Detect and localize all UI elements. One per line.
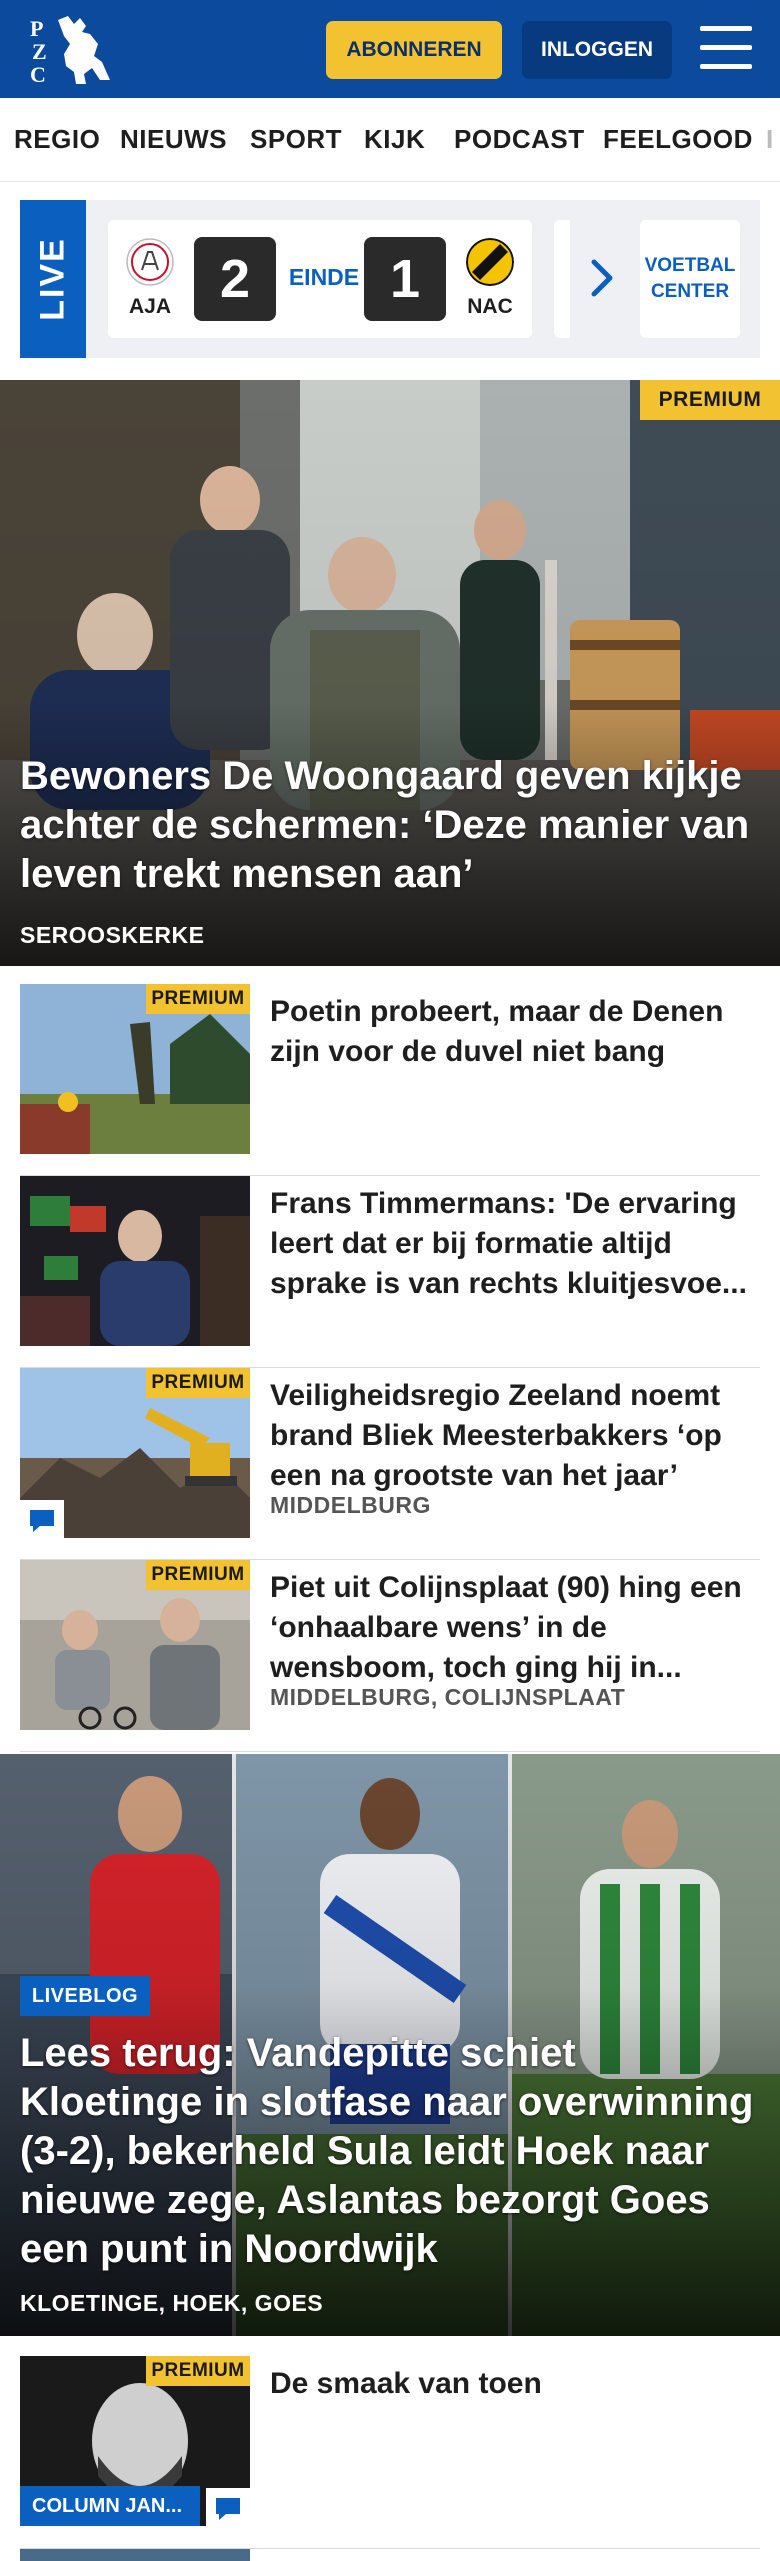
article-title[interactable]: Veiligheidsregio Zeeland noemt brand Bli…: [270, 1376, 758, 1496]
liveblog-title[interactable]: Lees terug: Vandepitte schiet Kloetinge …: [20, 2029, 760, 2274]
hero-article[interactable]: PREMIUM Bewoners De Woongaard geven kijk…: [0, 380, 780, 966]
article-title[interactable]: Frans Timmermans: 'De ervaring leert dat…: [270, 1184, 758, 1304]
subscribe-button[interactable]: ABONNEREN: [326, 21, 502, 79]
premium-badge: PREMIUM: [146, 1368, 250, 1398]
comment-icon: [30, 1510, 54, 1532]
column-tag: COLUMN JAN...: [20, 2486, 200, 2526]
article-image: [20, 1176, 250, 1346]
premium-badge: PREMIUM: [146, 2356, 250, 2386]
live-label-text: LIVE: [33, 237, 72, 321]
article-row[interactable]: PREMIUM Piet uit Colijnsplaat (90) hing …: [20, 1560, 760, 1752]
comment-tag: [206, 2488, 250, 2526]
article-row[interactable]: PREMIUM COLUMN JAN... De smaak van toen: [20, 2356, 760, 2560]
away-team-name: NAC: [467, 295, 513, 318]
hero-title[interactable]: Bewoners De Woongaard geven kijkje achte…: [20, 752, 765, 899]
comment-tag: [20, 1500, 64, 1538]
nav-item-overflow[interactable]: I: [766, 124, 774, 155]
hamburger-menu-icon[interactable]: [700, 26, 752, 70]
away-score: 1: [364, 237, 446, 321]
match-card[interactable]: AJA 2 EINDE 1 NAC: [108, 220, 532, 338]
hero-location: SEROOSKERKE: [20, 922, 205, 948]
login-button[interactable]: INLOGGEN: [522, 21, 672, 79]
article-thumbnail: PREMIUM: [20, 1368, 250, 1538]
article-thumbnail: PREMIUM: [20, 1560, 250, 1730]
article-row[interactable]: PREMIUM Veiligheidsregio Zeeland noemt b…: [20, 1368, 760, 1560]
next-row-peek: [20, 2548, 760, 2561]
chevron-right-icon[interactable]: [588, 258, 616, 298]
home-score: 2: [194, 237, 276, 321]
article-title[interactable]: De smaak van toen: [270, 2364, 758, 2404]
svg-text:Z: Z: [32, 39, 47, 64]
liveblog-article[interactable]: LIVEBLOG Lees terug: Vandepitte schiet K…: [0, 1754, 780, 2336]
live-label: LIVE: [20, 200, 86, 358]
svg-text:P: P: [30, 16, 43, 41]
article-title[interactable]: Piet uit Colijnsplaat (90) hing een ‘onh…: [270, 1568, 758, 1688]
article-title[interactable]: Poetin probeert, maar de Denen zijn voor…: [270, 992, 758, 1072]
center-label-line2: CENTER: [650, 281, 730, 302]
nav-item-kijk[interactable]: KIJK: [364, 124, 425, 155]
article-thumbnail: PREMIUM COLUMN JAN...: [20, 2356, 250, 2526]
liveblog-badge: LIVEBLOG: [20, 1976, 150, 2016]
match-status: EINDE: [288, 264, 360, 290]
center-label-line1: VOETBAL: [644, 255, 736, 276]
pzc-logo[interactable]: P Z C: [28, 14, 118, 86]
nav-item-sport[interactable]: SPORT: [250, 124, 342, 155]
site-header: P Z C ABONNEREN INLOGGEN: [0, 0, 780, 98]
svg-text:C: C: [30, 62, 46, 86]
ajax-logo-icon: [126, 238, 174, 286]
article-row[interactable]: PREMIUM Poetin probeert, maar de Denen z…: [20, 984, 760, 1176]
next-match-card-edge[interactable]: [554, 220, 570, 338]
article-location: MIDDELBURG, COLIJNSPLAAT: [270, 1684, 626, 1710]
home-team-name: AJA: [128, 295, 171, 318]
article-thumbnail: PREMIUM: [20, 984, 250, 1154]
voetbal-center-button[interactable]: VOETBAL CENTER: [640, 220, 740, 338]
next-thumbnail-peek: [20, 2549, 250, 2561]
premium-badge: PREMIUM: [640, 380, 780, 420]
premium-badge: PREMIUM: [146, 984, 250, 1014]
live-scorebar: LIVE AJA 2 EINDE 1 NAC VOETBAL CENTER: [20, 200, 760, 358]
premium-badge: PREMIUM: [146, 1560, 250, 1590]
nav-item-regio[interactable]: REGIO: [14, 124, 100, 155]
article-row[interactable]: Frans Timmermans: 'De ervaring leert dat…: [20, 1176, 760, 1368]
article-location: MIDDELBURG: [270, 1492, 431, 1518]
nav-item-podcast[interactable]: PODCAST: [454, 124, 585, 155]
nav-item-feelgood[interactable]: FEELGOOD: [603, 124, 753, 155]
comment-icon: [216, 2498, 240, 2520]
main-navigation: REGIO NIEUWS SPORT KIJK PODCAST FEELGOOD…: [0, 98, 780, 182]
nav-item-nieuws[interactable]: NIEUWS: [120, 124, 227, 155]
nac-logo-icon: [466, 238, 514, 286]
liveblog-location: KLOETINGE, HOEK, GOES: [20, 2290, 324, 2316]
article-thumbnail: [20, 1176, 250, 1346]
